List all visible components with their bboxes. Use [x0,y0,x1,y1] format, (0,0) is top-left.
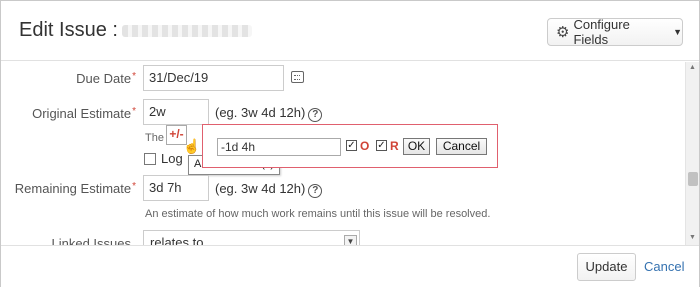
redacted-issue-key [121,24,252,37]
scroll-down-icon[interactable]: ▼ [689,234,696,241]
dialog-footer: Update Cancel [1,245,699,287]
remaining-estimate-hint: (eg. 3w 4d 12h)? [215,181,323,198]
remaining-checkbox-label: R [390,139,399,153]
cancel-link[interactable]: Cancel [644,259,684,274]
scroll-up-icon[interactable]: ▲ [689,64,696,71]
original-estimate-hint-text: (eg. 3w 4d 12h) [215,105,306,120]
remaining-estimate-label: Remaining Estimate* [6,181,136,196]
chevron-down-icon: ▼ [673,27,682,37]
original-checkbox-label: O [360,139,370,153]
update-button[interactable]: Update [577,253,636,281]
due-date-label: Due Date* [21,71,136,86]
required-marker: * [132,181,136,192]
remaining-estimate-description: An estimate of how much work remains unt… [145,208,491,220]
linked-issues-label: Linked Issues [51,236,132,245]
due-date-label-text: Due Date [76,71,132,86]
original-estimate-input[interactable]: 2w [143,99,209,125]
vertical-scrollbar[interactable]: ▲ ▼ [685,62,699,245]
help-icon[interactable]: ? [308,184,323,198]
calendar-icon[interactable] [291,71,304,83]
log-work-label: Log [161,151,183,166]
scrollbar-thumb[interactable] [688,172,698,186]
remaining-estimate-label-text: Remaining Estimate [14,181,132,196]
remaining-estimate-input[interactable]: 3d 7h [143,175,209,201]
hand-cursor-icon: ☝ [183,138,201,154]
original-estimate-label: Original Estimate* [11,106,136,121]
help-icon[interactable]: ? [308,108,323,122]
configure-fields-button[interactable]: ⚙ Configure Fields ▼ [547,17,683,47]
dialog-title: Edit Issue : [19,19,252,42]
configure-fields-label: Configure Fields [573,17,630,47]
linked-issues-select[interactable]: relates to ▼ [143,230,360,245]
required-marker: * [132,106,136,117]
required-marker: * [132,71,136,82]
original-estimate-hint: (eg. 3w 4d 12h)? [215,105,323,122]
chevron-down-icon: ▼ [344,235,357,245]
log-work-checkbox[interactable] [144,153,156,165]
original-estimate-label-text: Original Estimate [32,106,132,121]
adjust-estimate-popup: -1d 4h ✓ O ✓ R OK Cancel [202,124,498,168]
edit-issue-dialog: Edit Issue : ⚙ Configure Fields ▼ Due Da… [0,0,700,287]
remaining-estimate-hint-text: (eg. 3w 4d 12h) [215,181,306,196]
remaining-checkbox[interactable]: ✓ [376,140,387,151]
popup-cancel-button[interactable]: Cancel [436,138,487,155]
dialog-header: Edit Issue : ⚙ Configure Fields ▼ [1,1,699,61]
original-checkbox[interactable]: ✓ [346,140,357,151]
linked-issues-value: relates to [150,235,204,245]
gear-icon: ⚙ [556,24,570,41]
adjust-value-input[interactable]: -1d 4h [217,138,341,156]
ok-button[interactable]: OK [403,138,430,155]
dialog-title-text: Edit Issue : [19,19,118,41]
due-date-input[interactable]: 31/Dec/19 [143,65,284,91]
dialog-body: Due Date* 31/Dec/19 Original Estimate* 2… [1,62,686,245]
